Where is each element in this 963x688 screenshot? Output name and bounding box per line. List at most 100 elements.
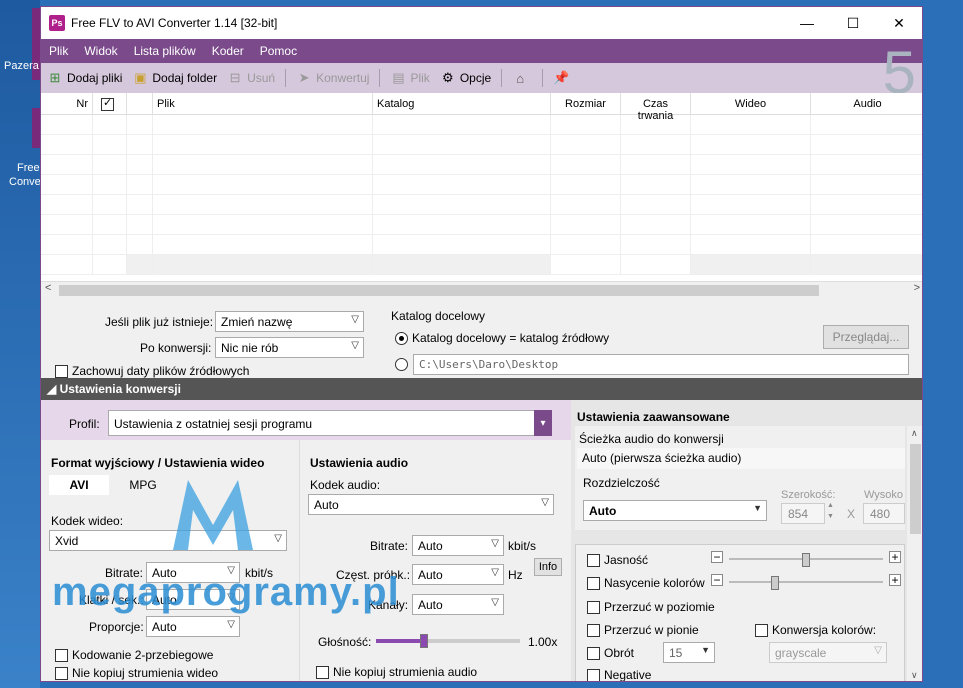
convert-button[interactable]: ➤ Konwertuj — [296, 70, 370, 86]
rotate-checkbox[interactable] — [587, 647, 600, 661]
brightness-slider-knob[interactable] — [802, 553, 810, 567]
after-conversion-select[interactable]: Nic nie rób ▽ — [215, 337, 364, 358]
menu-widok[interactable]: Widok — [76, 44, 125, 58]
dest-same-radio[interactable] — [395, 332, 408, 346]
color-conversion-option[interactable]: Konwersja kolorów: — [755, 623, 876, 638]
add-folder-button[interactable]: ▣ Dodaj folder — [132, 70, 217, 86]
saturation-minus-icon[interactable]: − — [711, 574, 723, 586]
select-all-checkbox[interactable] — [101, 96, 114, 111]
horizontal-scrollbar[interactable]: < > — [41, 281, 922, 298]
keep-dates-option[interactable]: Zachowuj daty plików źródłowych — [55, 364, 249, 379]
flip-horizontal-option[interactable]: Przerzuć w poziomie — [587, 600, 715, 615]
width-down-icon[interactable]: ▼ — [827, 513, 834, 520]
advanced-vertical-scrollbar[interactable]: ∧ ∨ — [907, 426, 922, 681]
column-audio[interactable]: Audio — [811, 93, 922, 115]
negative-checkbox[interactable] — [587, 669, 600, 681]
height-input[interactable]: 480 — [863, 503, 905, 524]
column-check[interactable] — [93, 93, 127, 115]
column-plik[interactable]: Plik — [153, 93, 373, 115]
home-icon: ⌂ — [516, 70, 525, 86]
no-copy-video-option[interactable]: Nie kopiuj strumienia wideo — [55, 666, 218, 681]
profile-select[interactable]: Ustawienia z ostatniej sesji programu — [108, 410, 552, 436]
chevron-down-icon: ▽ — [351, 340, 359, 351]
width-up-icon[interactable]: ▲ — [827, 502, 834, 509]
column-nr[interactable]: Nr — [41, 93, 93, 115]
saturation-checkbox[interactable] — [587, 577, 600, 591]
file-button[interactable]: ▤ Plik — [390, 70, 430, 86]
tab-avi[interactable]: AVI — [49, 475, 109, 495]
scroll-right-icon[interactable]: > — [914, 282, 920, 294]
add-files-button[interactable]: ⊞ Dodaj pliki — [47, 70, 123, 86]
saturation-plus-icon[interactable]: + — [889, 574, 901, 586]
keep-dates-checkbox[interactable] — [55, 365, 68, 379]
column-czas-trwania[interactable]: Czas trwania — [621, 93, 691, 122]
home-button[interactable]: ⌂ — [512, 70, 532, 86]
flip-vertical-option[interactable]: Przerzuć w pionie — [587, 623, 699, 638]
no-copy-audio-option[interactable]: Nie kopiuj strumienia audio — [316, 665, 477, 680]
two-pass-option[interactable]: Kodowanie 2-przebiegowe — [55, 648, 213, 663]
brightness-slider[interactable] — [729, 553, 883, 567]
scrollbar-thumb[interactable] — [59, 285, 819, 296]
dest-same-option[interactable]: Katalog docelowy = katalog źródłowy — [395, 331, 609, 346]
volume-slider-knob[interactable] — [420, 634, 428, 648]
audio-track-select[interactable]: Auto (pierwsza ścieżka audio) — [577, 448, 905, 469]
scrollbar-thumb[interactable] — [910, 444, 921, 534]
menu-plik[interactable]: Plik — [41, 44, 76, 58]
remove-button[interactable]: ⊟ Usuń — [227, 70, 275, 86]
two-pass-checkbox[interactable] — [55, 649, 68, 663]
chevron-down-icon: ▽ — [491, 567, 499, 578]
column-katalog[interactable]: Katalog — [373, 93, 551, 115]
brightness-minus-icon[interactable]: − — [711, 551, 723, 563]
volume-slider[interactable] — [376, 634, 520, 648]
table-row — [41, 135, 922, 155]
pin-button[interactable]: 📌 — [553, 70, 573, 86]
brightness-option[interactable]: Jasność — [587, 553, 648, 568]
dest-custom-radio[interactable] — [395, 358, 408, 372]
no-copy-video-checkbox[interactable] — [55, 667, 68, 681]
menu-pomoc[interactable]: Pomoc — [252, 44, 305, 58]
color-conversion-select[interactable]: grayscale ▽ — [769, 642, 887, 663]
rotate-option[interactable]: Obrót — [587, 646, 634, 661]
color-conversion-checkbox[interactable] — [755, 624, 768, 638]
menu-koder[interactable]: Koder — [204, 44, 252, 58]
maximize-button[interactable]: ☐ — [830, 7, 876, 39]
close-button[interactable]: ✕ — [876, 7, 922, 39]
brightness-checkbox[interactable] — [587, 554, 600, 568]
no-copy-audio-checkbox[interactable] — [316, 666, 329, 680]
conversion-settings-header[interactable]: ◢ Ustawienia konwersji — [41, 378, 922, 400]
width-input[interactable]: 854 — [781, 503, 825, 524]
watermark-text: megaprogramy.pl — [52, 570, 400, 614]
negative-option[interactable]: Negative — [587, 668, 651, 681]
sample-rate-select[interactable]: Auto ▽ — [412, 564, 504, 585]
dest-custom-option[interactable] — [395, 357, 412, 372]
options-button[interactable]: ⚙ Opcje — [440, 70, 491, 86]
window-title: Free FLV to AVI Converter 1.14 [32-bit] — [71, 16, 278, 30]
rotate-select[interactable]: 15 ▼ — [663, 642, 715, 663]
tab-mpg[interactable]: MPG — [113, 475, 173, 495]
resolution-select[interactable]: Auto ▼ — [583, 500, 767, 521]
profile-dropdown-icon[interactable]: ▾ — [534, 410, 552, 436]
info-button[interactable]: Info — [534, 558, 562, 576]
flip-horizontal-checkbox[interactable] — [587, 601, 600, 615]
destination-path-input[interactable]: C:\Users\Daro\Desktop — [413, 354, 909, 375]
column-rozmiar[interactable]: Rozmiar — [551, 93, 621, 115]
profile-bar: Profil: Ustawienia z ostatniej sesji pro… — [41, 400, 571, 440]
flip-vertical-checkbox[interactable] — [587, 624, 600, 638]
scroll-up-icon[interactable]: ∧ — [911, 428, 918, 439]
channels-select[interactable]: Auto ▽ — [412, 594, 504, 615]
saturation-option[interactable]: Nasycenie kolorów — [587, 576, 705, 591]
saturation-slider-knob[interactable] — [771, 576, 779, 590]
column-wideo[interactable]: Wideo — [691, 93, 811, 115]
saturation-slider[interactable] — [729, 576, 883, 590]
brightness-plus-icon[interactable]: + — [889, 551, 901, 563]
audio-bitrate-select[interactable]: Auto ▽ — [412, 535, 504, 556]
menu-lista-plikow[interactable]: Lista plików — [126, 44, 204, 58]
minimize-button[interactable]: — — [784, 7, 830, 39]
browse-button[interactable]: Przeglądaj... — [823, 325, 909, 349]
exists-select[interactable]: Zmień nazwę ▽ — [215, 311, 364, 332]
scroll-down-icon[interactable]: ∨ — [911, 670, 918, 681]
file-list-table[interactable]: Nr Plik Katalog Rozmiar Czas trwania Wid… — [41, 93, 922, 281]
scroll-left-icon[interactable]: < — [45, 282, 51, 294]
audio-codec-select[interactable]: Auto ▽ — [308, 494, 554, 515]
aspect-select[interactable]: Auto ▽ — [146, 616, 240, 637]
